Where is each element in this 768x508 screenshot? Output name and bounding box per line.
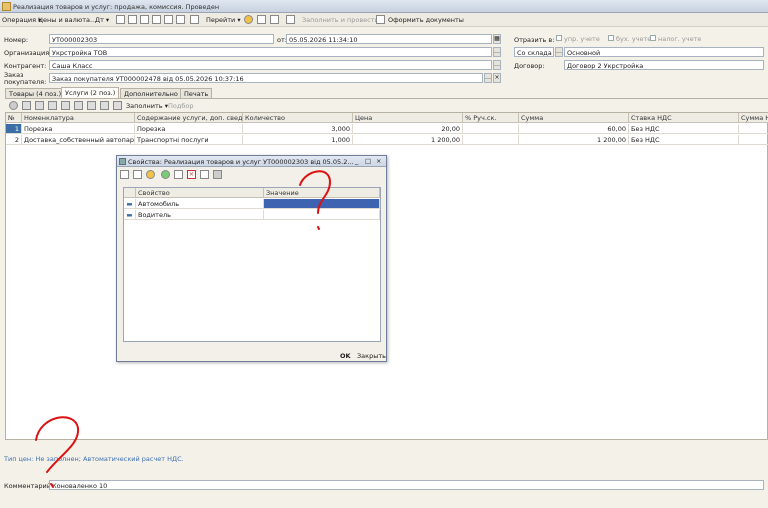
question-mark-dot-bottom (50, 483, 54, 488)
red-annotation-overlay (35, 170, 332, 488)
question-mark-stroke-bottom (35, 416, 80, 473)
question-mark-stroke-top (299, 170, 332, 214)
question-mark-dot-top (317, 226, 320, 230)
